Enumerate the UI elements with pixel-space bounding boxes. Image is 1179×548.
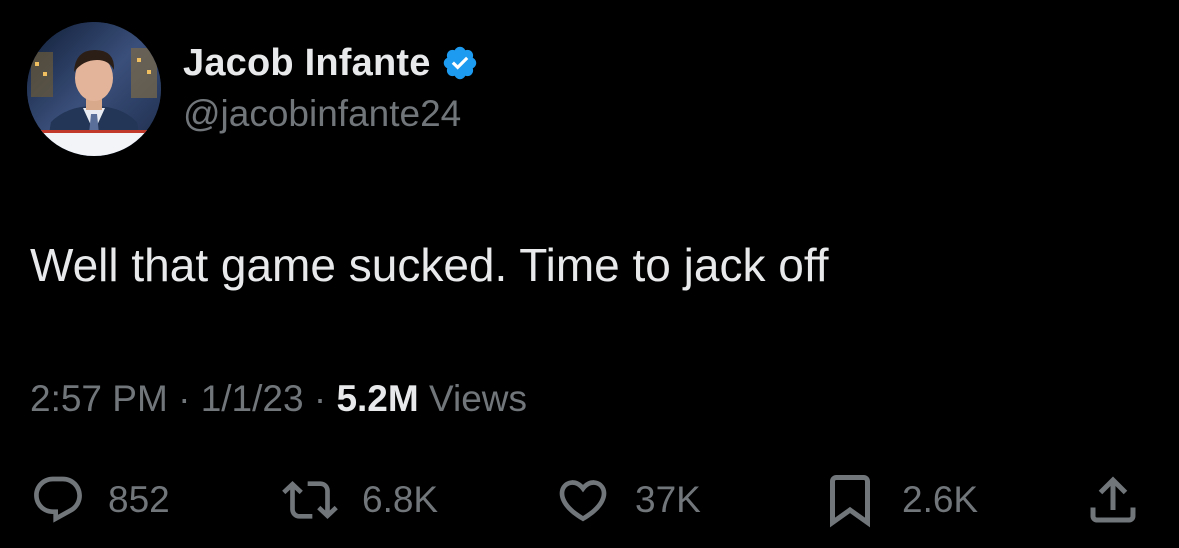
display-name[interactable]: Jacob Infante	[183, 42, 431, 85]
tweet-date[interactable]: 1/1/23	[201, 378, 304, 419]
meta-separator: ·	[313, 378, 337, 419]
tweet-text: Well that game sucked. Time to jack off	[30, 239, 829, 291]
avatar-photo	[27, 22, 161, 156]
bookmark-count: 2.6K	[902, 479, 979, 520]
tweet-meta: 2:57 PM · 1/1/23 · 5.2M Views	[30, 378, 527, 420]
author-handle[interactable]: @jacobinfante24	[183, 93, 461, 135]
heart-icon	[559, 480, 607, 522]
views-label: Views	[429, 378, 528, 419]
author-name-row[interactable]: Jacob Infante	[183, 40, 479, 86]
reply-count: 852	[108, 479, 170, 520]
meta-separator: ·	[178, 378, 201, 419]
bookmark-button[interactable]: 2.6K	[820, 470, 978, 530]
share-icon	[1090, 476, 1136, 523]
tweet-card: Jacob Infante @jacobinfante24 Well that …	[0, 0, 1179, 548]
retweet-icon	[282, 481, 338, 519]
action-bar: 852 6.8K 37K 2.6K	[0, 470, 1179, 530]
views-count: 5.2M	[336, 378, 419, 419]
like-count: 37K	[635, 479, 701, 520]
avatar[interactable]	[27, 22, 161, 156]
reply-icon	[34, 476, 82, 523]
bookmark-icon	[830, 475, 870, 528]
like-button[interactable]: 37K	[553, 470, 701, 530]
verified-badge-icon	[443, 46, 476, 80]
tweet-time[interactable]: 2:57 PM	[30, 378, 168, 419]
share-button[interactable]	[1083, 470, 1143, 530]
reply-button[interactable]: 852	[30, 470, 170, 530]
retweet-button[interactable]: 6.8K	[280, 470, 438, 530]
retweet-count: 6.8K	[362, 479, 439, 520]
